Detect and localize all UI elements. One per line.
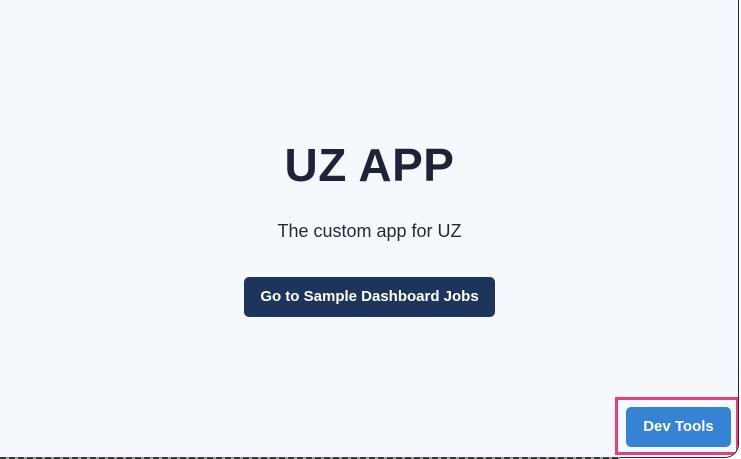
page-subtitle: The custom app for UZ [277,221,462,241]
dev-tools-button[interactable]: Dev Tools [626,407,731,447]
app-page: UZ APP The custom app for UZ Go to Sampl… [0,0,739,458]
hero-section: UZ APP The custom app for UZ Go to Sampl… [0,138,738,317]
page-title: UZ APP [284,139,455,191]
go-to-sample-dashboard-jobs-button[interactable]: Go to Sample Dashboard Jobs [244,277,495,317]
